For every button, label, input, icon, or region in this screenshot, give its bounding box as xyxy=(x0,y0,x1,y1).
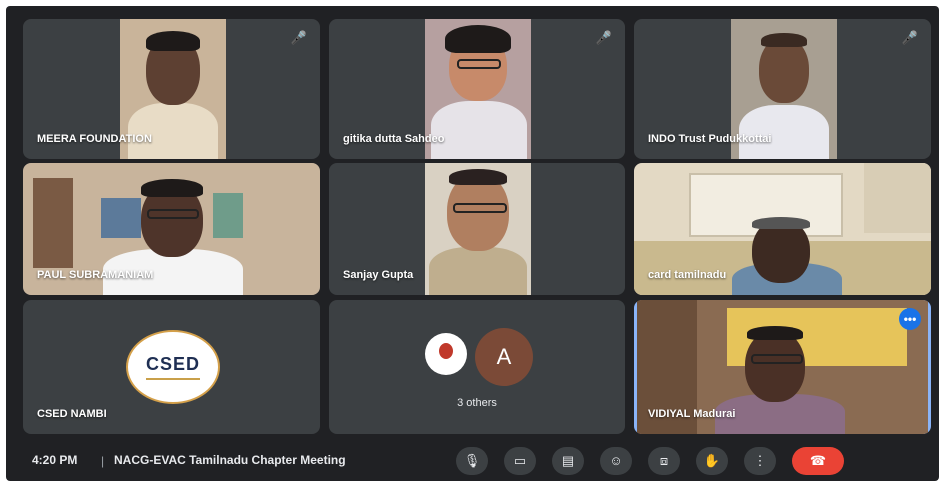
others-count: 3 others xyxy=(457,397,497,409)
participant-name: gitika dutta Sahdeo xyxy=(343,133,445,145)
more-vertical-icon: ⋮ xyxy=(753,453,767,468)
participant-tile-others[interactable]: A 3 others xyxy=(329,300,625,434)
participant-tile-paul[interactable]: PAUL SUBRAMANIAM xyxy=(23,163,320,295)
participant-name: MEERA FOUNDATION xyxy=(37,133,152,145)
emoji-icon: ☺ xyxy=(609,453,623,468)
csed-logo: CSED xyxy=(126,330,220,404)
raise-hand-button[interactable]: ✋ xyxy=(696,447,728,475)
participant-name: Sanjay Gupta xyxy=(343,269,414,281)
participant-video xyxy=(425,163,531,295)
participant-name: card tamilnadu xyxy=(648,269,727,281)
participant-name: PAUL SUBRAMANIAM xyxy=(37,269,154,281)
participant-tile-vidiyal[interactable]: ••• VIDIYAL Madurai xyxy=(634,300,931,434)
meeting-title: NACG-EVAC Tamilnadu Chapter Meeting xyxy=(114,453,346,467)
participant-name: CSED NAMBI xyxy=(37,408,107,420)
participant-tile-csed[interactable]: CSED CSED NAMBI xyxy=(23,300,320,434)
meeting-controls-bar: 4:20 PM | NACG-EVAC Tamilnadu Chapter Me… xyxy=(6,439,939,481)
speaking-indicator-icon: ••• xyxy=(899,308,921,330)
captions-button[interactable]: ▤ xyxy=(552,447,584,475)
separator: | xyxy=(101,454,105,468)
camera-icon: ▭ xyxy=(513,453,527,468)
present-button[interactable]: ⧈ xyxy=(648,447,680,475)
mic-off-icon: 🎤 xyxy=(595,30,613,45)
participant-tile-gitika[interactable]: gitika dutta Sahdeo 🎤 xyxy=(329,19,625,159)
logo-text: CSED xyxy=(145,354,200,374)
participant-tile-meera[interactable]: MEERA FOUNDATION 🎤 xyxy=(23,19,320,159)
microphone-icon: 🎙 xyxy=(463,453,481,468)
present-icon: ⧈ xyxy=(659,453,669,468)
meeting-window: MEERA FOUNDATION 🎤 gitika dutta Sahdeo 🎤… xyxy=(6,6,939,481)
meeting-time: 4:20 PM xyxy=(32,453,78,467)
participant-name: VIDIYAL Madurai xyxy=(648,408,736,420)
leave-call-button[interactable]: ☎ xyxy=(792,447,844,475)
mic-off-icon: 🎤 xyxy=(290,30,308,45)
emoji-button[interactable]: ☺ xyxy=(600,447,632,475)
captions-icon: ▤ xyxy=(561,453,575,468)
participant-tile-indo-trust[interactable]: INDO Trust Pudukkottai 🎤 xyxy=(634,19,931,159)
participant-avatar-logo xyxy=(425,333,467,375)
participant-avatar: A xyxy=(475,328,533,386)
logo-underline xyxy=(146,378,200,380)
participant-name: INDO Trust Pudukkottai xyxy=(648,133,772,145)
camera-button[interactable]: ▭ xyxy=(504,447,536,475)
microphone-button[interactable]: 🎙 xyxy=(456,447,488,475)
hang-up-icon: ☎ xyxy=(809,453,827,468)
more-options-button[interactable]: ⋮ xyxy=(744,447,776,475)
participant-tile-sanjay[interactable]: Sanjay Gupta xyxy=(329,163,625,295)
hand-icon: ✋ xyxy=(703,453,721,468)
participant-tile-card[interactable]: card tamilnadu xyxy=(634,163,931,295)
mic-off-icon: 🎤 xyxy=(901,30,919,45)
